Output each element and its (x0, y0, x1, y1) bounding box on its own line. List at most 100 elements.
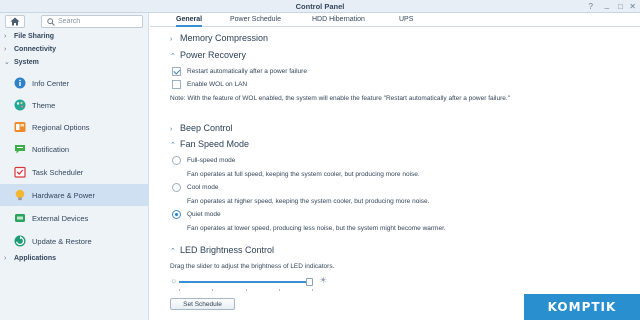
home-icon (10, 17, 20, 26)
section-power-recovery[interactable]: ⌃ Power Recovery (170, 49, 246, 61)
sidebar-item-label: Task Scheduler (32, 167, 84, 177)
section-fan-speed-mode[interactable]: ⌃ Fan Speed Mode (170, 138, 249, 150)
group-label: Applications (14, 255, 57, 262)
tab-general[interactable]: General (176, 14, 203, 27)
fan-option-full-speed[interactable]: Full-speed mode (172, 156, 235, 165)
slider-ticks (179, 289, 313, 292)
fan-option-cool[interactable]: Cool mode (172, 183, 218, 192)
window-titlebar: Control Panel ? _ □ ✕ (0, 0, 640, 13)
wol-label: Enable WOL on LAN (187, 81, 248, 88)
sidebar-item-regional-options[interactable]: Regional Options (0, 116, 149, 138)
slider-tick (246, 289, 247, 291)
fan-option-quiet[interactable]: Quiet mode (172, 210, 221, 219)
brightness-high-icon: ☀ (319, 275, 328, 285)
set-schedule-button[interactable]: Set Schedule (170, 298, 235, 310)
fan-option-label: Full-speed mode (187, 157, 236, 164)
external-devices-icon (15, 214, 25, 222)
group-label: File Sharing (14, 33, 55, 40)
sidebar-item-task-scheduler[interactable]: Task Scheduler (0, 161, 149, 183)
group-connectivity[interactable]: › Connectivity (0, 44, 149, 56)
tab-ups[interactable]: UPS (399, 14, 413, 27)
brightness-low-icon: ☼ (170, 276, 178, 285)
search-input[interactable] (58, 18, 138, 25)
chevron-right-icon: › (4, 33, 7, 40)
minimize-icon[interactable]: _ (605, 0, 609, 9)
fan-option-description: Fan operates at lower speed, producing l… (187, 225, 446, 232)
close-icon[interactable]: ✕ (629, 2, 636, 11)
chevron-right-icon: › (4, 255, 7, 262)
chevron-up-icon: ⌃ (170, 142, 176, 149)
section-memory-compression[interactable]: › Memory Compression (170, 32, 268, 44)
fan-option-description: Fan operates at higher speed, keeping th… (187, 198, 430, 205)
sidebar-item-label: Notification (32, 144, 70, 154)
sidebar-item-theme[interactable]: Theme (0, 94, 149, 116)
slider-fill (179, 281, 310, 283)
info-icon (14, 77, 26, 89)
sidebar-item-notification[interactable]: Notification (0, 138, 149, 160)
group-applications[interactable]: › Applications (0, 253, 149, 265)
slider-tick (312, 289, 313, 291)
section-title: Memory Compression (180, 33, 269, 43)
update-restore-icon (14, 235, 26, 247)
sidebar-item-label: Theme (32, 100, 56, 110)
led-brightness-slider[interactable] (179, 278, 313, 286)
sidebar-item-label: External Devices (32, 213, 89, 223)
help-icon[interactable]: ? (589, 2, 593, 11)
section-title: Beep Control (180, 123, 233, 133)
tab-power-schedule[interactable]: Power Schedule (230, 14, 281, 27)
chevron-right-icon: › (170, 126, 173, 133)
section-title: Fan Speed Mode (180, 139, 250, 149)
section-beep-control[interactable]: › Beep Control (170, 122, 233, 134)
section-title: Power Recovery (180, 50, 247, 60)
tab-hdd-hibernation[interactable]: HDD Hibernation (312, 14, 365, 27)
enable-wol-option[interactable]: Enable WOL on LAN (172, 80, 247, 89)
window-title: Control Panel (295, 2, 345, 11)
task-scheduler-icon (14, 166, 26, 178)
wol-checkbox[interactable] (172, 80, 181, 89)
sidebar: › File Sharing › Connectivity ⌄ System I… (0, 13, 149, 320)
maximize-icon[interactable]: □ (618, 2, 623, 11)
chevron-right-icon: › (170, 36, 173, 43)
full-speed-radio[interactable] (172, 156, 181, 165)
tab-bar: General Power Schedule HDD Hibernation U… (150, 13, 640, 27)
sidebar-item-label: Hardware & Power (32, 190, 95, 200)
home-button[interactable] (5, 15, 25, 28)
led-instruction: Drag the slider to adjust the brightness… (170, 263, 335, 270)
section-led-brightness[interactable]: ⌃ LED Brightness Control (170, 244, 274, 256)
group-label: System (14, 59, 39, 66)
slider-thumb[interactable] (306, 278, 313, 286)
chevron-right-icon: › (4, 46, 7, 53)
search-icon (47, 17, 55, 26)
theme-icon (14, 99, 26, 111)
fan-option-label: Cool mode (187, 184, 219, 191)
sidebar-item-label: Update & Restore (32, 236, 92, 246)
sidebar-item-update-restore[interactable]: Update & Restore (0, 230, 149, 252)
sidebar-item-info-center[interactable]: Info Center (0, 72, 149, 94)
regional-options-icon (14, 122, 26, 132)
chevron-up-icon: ⌃ (170, 53, 176, 60)
fan-option-label: Quiet mode (187, 211, 221, 218)
restart-checkbox[interactable] (172, 67, 181, 76)
section-title: LED Brightness Control (180, 245, 275, 255)
chevron-up-icon: ⌃ (170, 248, 176, 255)
sidebar-item-hardware-power[interactable]: Hardware & Power (0, 184, 149, 206)
restart-label: Restart automatically after a power fail… (187, 68, 307, 75)
group-label: Connectivity (14, 46, 57, 53)
fan-option-description: Fan operates at full speed, keeping the … (187, 171, 420, 178)
chevron-down-icon: ⌄ (4, 59, 10, 66)
quiet-mode-radio[interactable] (172, 210, 181, 219)
group-system[interactable]: ⌄ System (0, 57, 149, 69)
group-file-sharing[interactable]: › File Sharing (0, 31, 149, 43)
settings-content: › Memory Compression ⌃ Power Recovery Rest… (150, 28, 640, 320)
slider-tick (212, 289, 213, 291)
slider-tick (279, 289, 280, 291)
search-box[interactable] (41, 15, 143, 28)
cool-mode-radio[interactable] (172, 183, 181, 192)
slider-tick (179, 289, 180, 291)
sidebar-item-external-devices[interactable]: External Devices (0, 207, 149, 229)
notification-icon (15, 145, 25, 154)
hardware-power-icon (15, 189, 25, 201)
restart-after-power-failure-option[interactable]: Restart automatically after a power fail… (172, 67, 307, 76)
sidebar-item-label: Info Center (32, 78, 70, 88)
wol-note: Note: With the feature of WOL enabled, t… (170, 95, 511, 102)
